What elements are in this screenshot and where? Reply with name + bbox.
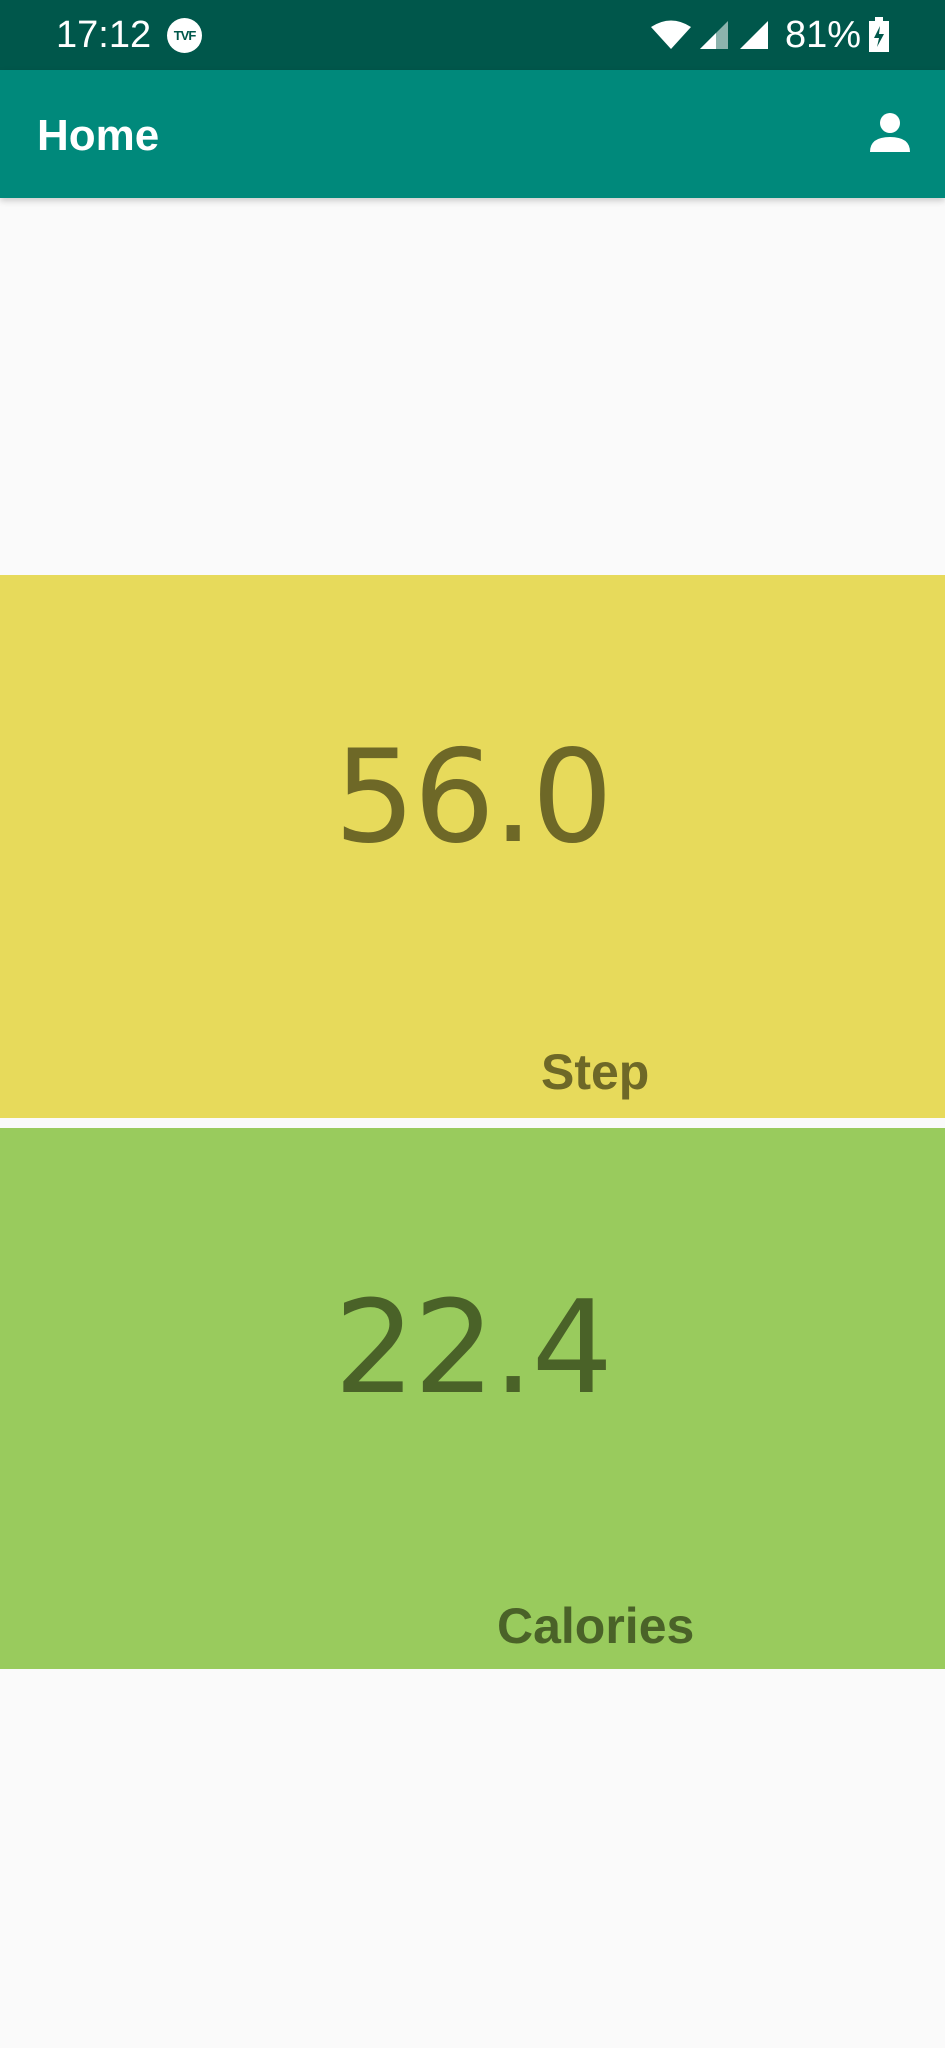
battery-charging-icon [869,17,889,52]
account-button[interactable] [860,102,920,162]
account-icon [870,113,910,152]
wifi-icon [651,20,691,49]
signal-icon [740,21,768,49]
steps-value: 56.0 [334,723,613,872]
calories-value: 22.4 [334,1274,613,1423]
app-bar: Home [0,70,945,198]
calories-label: Calories [497,1598,695,1654]
status-bar: 17:12 TVF 81% [0,0,945,70]
signal-icon [700,21,728,49]
steps-label: Step [541,1044,650,1100]
calories-card: 22.4 Calories [0,1128,945,1669]
page-title: Home [37,111,160,160]
battery-percent: 81% [785,14,862,56]
steps-card: 56.0 Step [0,575,945,1118]
tvf-icon: TVF [167,18,202,53]
status-time: 17:12 [56,14,152,56]
